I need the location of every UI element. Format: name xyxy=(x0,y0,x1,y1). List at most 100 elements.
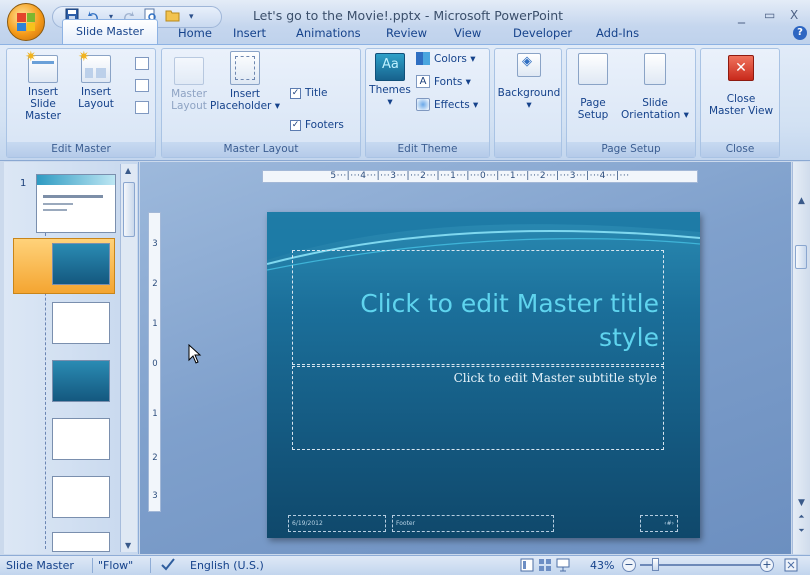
next-slide-icon[interactable]: ⏷ xyxy=(795,526,808,536)
master-number: 1 xyxy=(20,178,27,189)
colors-button[interactable]: Colors ▾ xyxy=(416,52,476,65)
effects-label: Effects ▾ xyxy=(434,98,479,111)
layout-thumbnail-title-content[interactable] xyxy=(52,302,110,344)
insert-slide-master-icon: ✷ xyxy=(25,50,58,83)
tab-view[interactable]: View xyxy=(448,23,487,44)
group-master-layout: Master Layout Insert Placeholder ▾ ✓ Tit… xyxy=(161,48,361,158)
slide-orientation-icon xyxy=(644,53,666,85)
layout-thumbnail-title-only[interactable] xyxy=(52,532,110,552)
vertical-scrollbar[interactable]: ▲ ▼ ⏶ ⏷ xyxy=(792,162,810,554)
close-master-view-label-2: Master View xyxy=(708,105,774,117)
footers-checkbox[interactable]: ✓ Footers xyxy=(290,119,344,131)
minimize-button[interactable]: _ xyxy=(738,8,745,24)
layout-thumbnail-title[interactable] xyxy=(52,243,110,285)
layout-thumbnail-section-header[interactable] xyxy=(52,360,110,402)
group-label-master-layout: Master Layout xyxy=(162,142,360,157)
vruler-mark: 1 xyxy=(152,409,158,419)
page-setup-icon xyxy=(578,53,608,85)
tab-review[interactable]: Review xyxy=(380,23,433,44)
master-layout-button[interactable]: Master Layout xyxy=(168,57,210,112)
slide-show-icon[interactable] xyxy=(556,558,570,575)
group-edit-master: ✷ Insert Slide Master ✷ Insert Layout Ed… xyxy=(6,48,156,158)
insert-layout-button[interactable]: ✷ Insert Layout xyxy=(73,50,119,110)
vruler-mark: 1 xyxy=(152,319,158,329)
group-label-page-setup: Page Setup xyxy=(567,142,695,157)
tab-animations[interactable]: Animations xyxy=(290,23,367,44)
help-icon[interactable]: ? xyxy=(793,26,807,40)
scroll-down-icon[interactable]: ▼ xyxy=(795,498,808,508)
master-title-text[interactable]: Click to edit Master title style xyxy=(299,287,659,355)
previous-slide-icon[interactable]: ⏶ xyxy=(795,512,808,522)
slide-number-placeholder[interactable]: ‹#› xyxy=(640,515,678,532)
group-label-edit-master: Edit Master xyxy=(7,142,155,157)
title-placeholder[interactable]: Click to edit Master title style xyxy=(292,250,664,365)
restore-button[interactable]: ▭ xyxy=(764,8,775,22)
thumbnail-scroll-thumb[interactable] xyxy=(123,182,135,237)
themes-dropdown-icon[interactable]: ▾ xyxy=(368,96,412,108)
vruler-mark: 3 xyxy=(152,491,158,501)
preserve-icon[interactable] xyxy=(135,101,149,114)
status-language[interactable]: English (U.S.) xyxy=(190,559,264,572)
layout-thumbnail-two-content[interactable] xyxy=(52,418,110,460)
status-separator xyxy=(92,558,93,573)
status-view-name: Slide Master xyxy=(6,559,74,572)
footer-placeholder[interactable]: Footer xyxy=(392,515,554,532)
fonts-button[interactable]: A Fonts ▾ xyxy=(416,75,471,88)
fit-to-window-icon[interactable] xyxy=(784,558,798,575)
insert-placeholder-button[interactable]: Insert Placeholder ▾ xyxy=(210,51,280,112)
master-layout-icon xyxy=(174,57,204,85)
background-button[interactable]: ◈ Background ▾ xyxy=(497,53,561,111)
subtitle-placeholder[interactable]: Click to edit Master subtitle style xyxy=(292,366,664,450)
background-dropdown-icon[interactable]: ▾ xyxy=(497,99,561,111)
themes-button[interactable]: Aa Themes ▾ xyxy=(368,53,412,108)
insert-layout-icon: ✷ xyxy=(78,50,111,83)
scroll-up-icon[interactable]: ▲ xyxy=(125,166,131,175)
zoom-level[interactable]: 43% xyxy=(590,559,614,572)
title-checkbox-box[interactable]: ✓ xyxy=(290,87,301,99)
slide-orientation-label-2: Orientation ▾ xyxy=(621,109,689,121)
scroll-down-icon[interactable]: ▼ xyxy=(125,541,131,550)
footers-checkbox-box[interactable]: ✓ xyxy=(290,119,301,131)
customize-qat-icon[interactable]: ▾ xyxy=(189,10,194,24)
thumbnail-scrollbar[interactable]: ▲ ▼ xyxy=(120,164,137,552)
tab-insert[interactable]: Insert xyxy=(227,23,272,44)
slide-orientation-button[interactable]: Slide Orientation ▾ xyxy=(617,53,693,121)
tab-add-ins[interactable]: Add-Ins xyxy=(590,23,645,44)
background-styles-icon: ◈ xyxy=(517,53,541,77)
vertical-scroll-thumb[interactable] xyxy=(795,245,807,269)
date-placeholder[interactable]: 6/19/2012 xyxy=(288,515,386,532)
layout-thumbnail-comparison[interactable] xyxy=(52,476,110,518)
zoom-slider-thumb[interactable] xyxy=(652,558,659,571)
spelling-check-icon[interactable] xyxy=(160,557,176,574)
fonts-icon: A xyxy=(416,75,430,88)
slide-orientation-label-1: Slide xyxy=(642,97,668,109)
page-setup-label-1: Page xyxy=(580,97,606,109)
vruler-mark: 2 xyxy=(152,279,158,289)
scroll-up-icon[interactable]: ▲ xyxy=(795,196,808,206)
status-theme-name: "Flow" xyxy=(98,559,134,572)
tab-home[interactable]: Home xyxy=(172,23,218,44)
insert-slide-master-button[interactable]: ✷ Insert Slide Master xyxy=(15,50,71,122)
slide-sorter-icon[interactable] xyxy=(538,558,552,575)
fonts-label: Fonts ▾ xyxy=(434,75,471,88)
delete-slide-icon[interactable] xyxy=(135,57,149,70)
office-button[interactable] xyxy=(7,3,45,41)
close-window-button[interactable]: X xyxy=(790,8,798,22)
page-setup-button[interactable]: Page Setup xyxy=(571,53,615,121)
zoom-out-button[interactable]: − xyxy=(622,558,636,572)
tab-developer[interactable]: Developer xyxy=(507,23,578,44)
master-layout-label-2: Layout xyxy=(171,100,207,112)
close-master-view-label-1: Close xyxy=(726,93,756,105)
group-label-close: Close xyxy=(701,142,779,157)
zoom-in-button[interactable]: + xyxy=(760,558,774,572)
tab-slide-master[interactable]: Slide Master xyxy=(62,19,158,44)
title-checkbox[interactable]: ✓ Title xyxy=(290,87,328,99)
master-subtitle-text[interactable]: Click to edit Master subtitle style xyxy=(454,371,657,385)
group-close: ✕ Close Master View Close xyxy=(700,48,780,158)
effects-button[interactable]: Effects ▾ xyxy=(416,98,478,111)
insert-layout-label-2: Layout xyxy=(78,98,114,110)
slide-master-thumbnail[interactable] xyxy=(36,174,116,233)
close-master-view-button[interactable]: ✕ Close Master View xyxy=(703,55,779,117)
normal-view-icon[interactable] xyxy=(520,558,534,575)
rename-icon[interactable] xyxy=(135,79,149,92)
